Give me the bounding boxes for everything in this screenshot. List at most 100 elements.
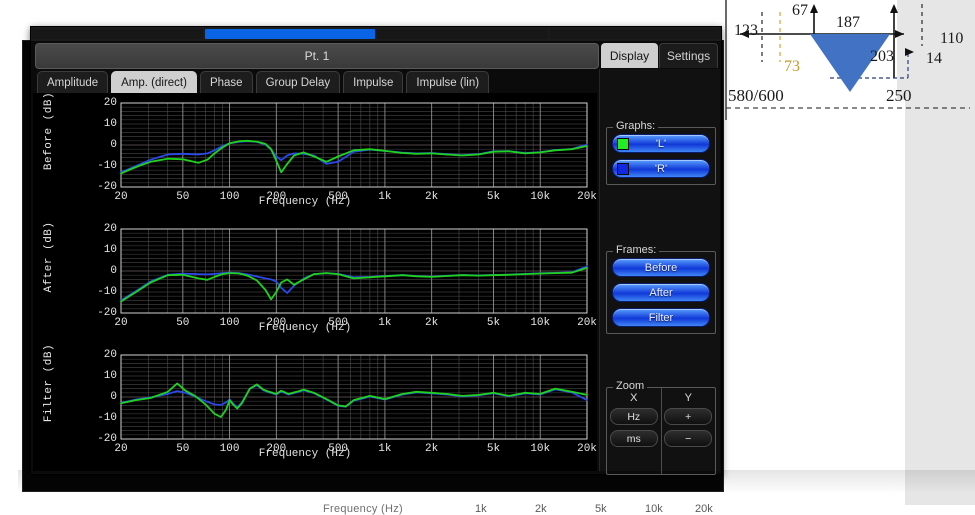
tab-impulse[interactable]: Impulse — [343, 71, 404, 94]
dim-67: 67 — [792, 2, 808, 19]
plot-before[interactable]: 20 10 0 -10 -20 Before (dB) 20 50 100 200 500 1k 2k 5… — [33, 92, 597, 219]
top-segment-1[interactable] — [204, 29, 375, 39]
dim-123: 123 — [734, 22, 758, 39]
right-channel-color-swatch — [617, 163, 629, 175]
trace-l — [120, 139, 588, 175]
y-tick: -20 — [97, 433, 117, 445]
zoom-y-header: Y — [684, 392, 692, 404]
x-tick: 2k — [425, 443, 439, 455]
x-tick: 50 — [176, 191, 190, 203]
tab-group-delay[interactable]: Group Delay — [255, 71, 341, 94]
x-tick: 1k — [378, 191, 392, 203]
x-axis-label: Frequency (Hz) — [258, 322, 352, 334]
graphs-group-title: Graphs: — [613, 120, 659, 132]
y-axis-label: After (dB) — [43, 221, 55, 293]
y-tick: 10 — [103, 118, 117, 130]
tab-group-delay-label: Group Delay — [265, 77, 331, 89]
frame-button-before[interactable]: Before — [612, 258, 710, 277]
control-panel: Graphs: 'L' 'R' Frames: Before After Fil… — [599, 69, 720, 475]
x-tick: 2k — [425, 317, 439, 329]
y-axis-label: Filter (dB) — [43, 343, 55, 423]
graphs-group: Graphs: 'L' 'R' — [606, 120, 716, 185]
x-tick: 10k — [530, 191, 551, 203]
zoom-group: Zoom X Hz ms Y + − — [606, 380, 716, 475]
plot-filter[interactable]: 20 10 0 -10 -20 Filter (dB) 20 50 100 200 500 1k 2k 5… — [33, 344, 597, 471]
tab-phase[interactable]: Phase — [199, 71, 253, 94]
zoom-y-minus-label: − — [685, 432, 692, 445]
zoom-y-column: Y + − — [662, 388, 716, 474]
x-tick: 1k — [378, 443, 392, 455]
zoom-x-column: X Hz ms — [607, 388, 662, 474]
x-tick: 20k — [577, 443, 597, 455]
dim-187: 187 — [836, 14, 860, 31]
dim-203: 203 — [870, 48, 894, 65]
graph-tabstrip[interactable]: Amplitude Amp. (direct) Phase Group Dela… — [37, 71, 597, 94]
y-tick: 10 — [103, 370, 117, 382]
y-tick: 20 — [103, 223, 117, 235]
tab-display[interactable]: Display — [601, 43, 658, 68]
zoom-x-ms-label: ms — [626, 432, 641, 445]
frame-button-filter-label: Filter — [648, 311, 674, 324]
graph-button-left-label: 'L' — [655, 137, 667, 150]
x-tick: 100 — [219, 443, 240, 455]
zoom-x-hz-button[interactable]: Hz — [609, 408, 658, 425]
zoom-x-hz-label: Hz — [627, 410, 641, 423]
left-channel-color-swatch — [617, 138, 629, 150]
arrow-head-14 — [905, 48, 914, 56]
trace-r — [120, 140, 588, 174]
top-segment-2[interactable] — [377, 29, 548, 39]
window-title-bar[interactable]: Pt. 1 — [35, 43, 599, 69]
y-axis-label: Before (dB) — [43, 91, 55, 171]
up-arrow-head-right — [890, 4, 898, 13]
x-tick: 20 — [114, 191, 128, 203]
zoom-x-ms-button[interactable]: ms — [609, 430, 658, 447]
dim-73: 73 — [784, 58, 800, 75]
x-tick: 20k — [577, 191, 597, 203]
y-tick: 10 — [103, 244, 117, 256]
top-segment-bar[interactable] — [31, 27, 721, 41]
plot-after[interactable]: 20 10 0 -10 -20 After (dB) 20 50 100 200 500 1k 2k 5k… — [33, 219, 597, 345]
frame-button-filter[interactable]: Filter — [612, 308, 710, 327]
tab-phase-label: Phase — [209, 77, 243, 89]
frame-button-after[interactable]: After — [612, 283, 710, 302]
y-tick: -10 — [97, 160, 117, 172]
x-tick: 10k — [530, 317, 551, 329]
zoom-y-plus-button[interactable]: + — [664, 408, 713, 425]
x-tick: 2k — [425, 191, 439, 203]
up-arrow-head-67 — [810, 4, 818, 13]
top-segment-0[interactable] — [32, 29, 203, 39]
x-tick: 1k — [378, 317, 392, 329]
x-tick: 20 — [114, 443, 128, 455]
y-tick: 0 — [110, 265, 117, 277]
y-tick: 20 — [103, 97, 117, 109]
zoom-x-header: X — [630, 392, 638, 404]
graph-button-left[interactable]: 'L' — [612, 134, 710, 153]
tab-impulse-label: Impulse — [353, 77, 394, 89]
y-tick: -10 — [97, 286, 117, 298]
frame-button-after-label: After — [649, 286, 673, 299]
zoom-group-title: Zoom — [613, 380, 648, 392]
tab-impulse-lin-label: Impulse (lin) — [416, 77, 480, 89]
x-tick: 20k — [577, 317, 597, 329]
graph-button-right-label: 'R' — [654, 162, 668, 175]
tab-settings[interactable]: Settings — [659, 43, 718, 68]
graph-button-right[interactable]: 'R' — [612, 159, 710, 178]
zoom-y-plus-label: + — [685, 410, 692, 423]
tab-amp-direct[interactable]: Amp. (direct) — [111, 71, 197, 94]
right-arrow-head — [895, 30, 904, 38]
x-tick: 10k — [530, 443, 551, 455]
frames-group: Frames: Before After Filter — [606, 244, 716, 334]
tab-amp-direct-label: Amp. (direct) — [121, 77, 187, 89]
zoom-y-minus-button[interactable]: − — [664, 430, 713, 447]
x-tick: 5k — [486, 191, 501, 203]
tab-impulse-lin[interactable]: Impulse (lin) — [406, 71, 490, 94]
dimension-diagram: 67 187 123 203 110 14 73 580/600 250 — [718, 0, 975, 160]
tab-display-label: Display — [609, 48, 650, 63]
top-segment-3[interactable] — [549, 29, 720, 39]
main-window[interactable]: Pt. 1 Display Settings Amplitude Amp. (d… — [30, 26, 722, 475]
plot-stack: 20 10 0 -10 -20 Before (dB) 20 50 100 200 500 1k 2k 5… — [33, 92, 597, 471]
x-axis-label: Frequency (Hz) — [258, 448, 352, 460]
y-tick: -20 — [97, 181, 117, 193]
x-tick: 50 — [176, 443, 190, 455]
panel-tabstrip[interactable]: Display Settings — [601, 43, 719, 68]
